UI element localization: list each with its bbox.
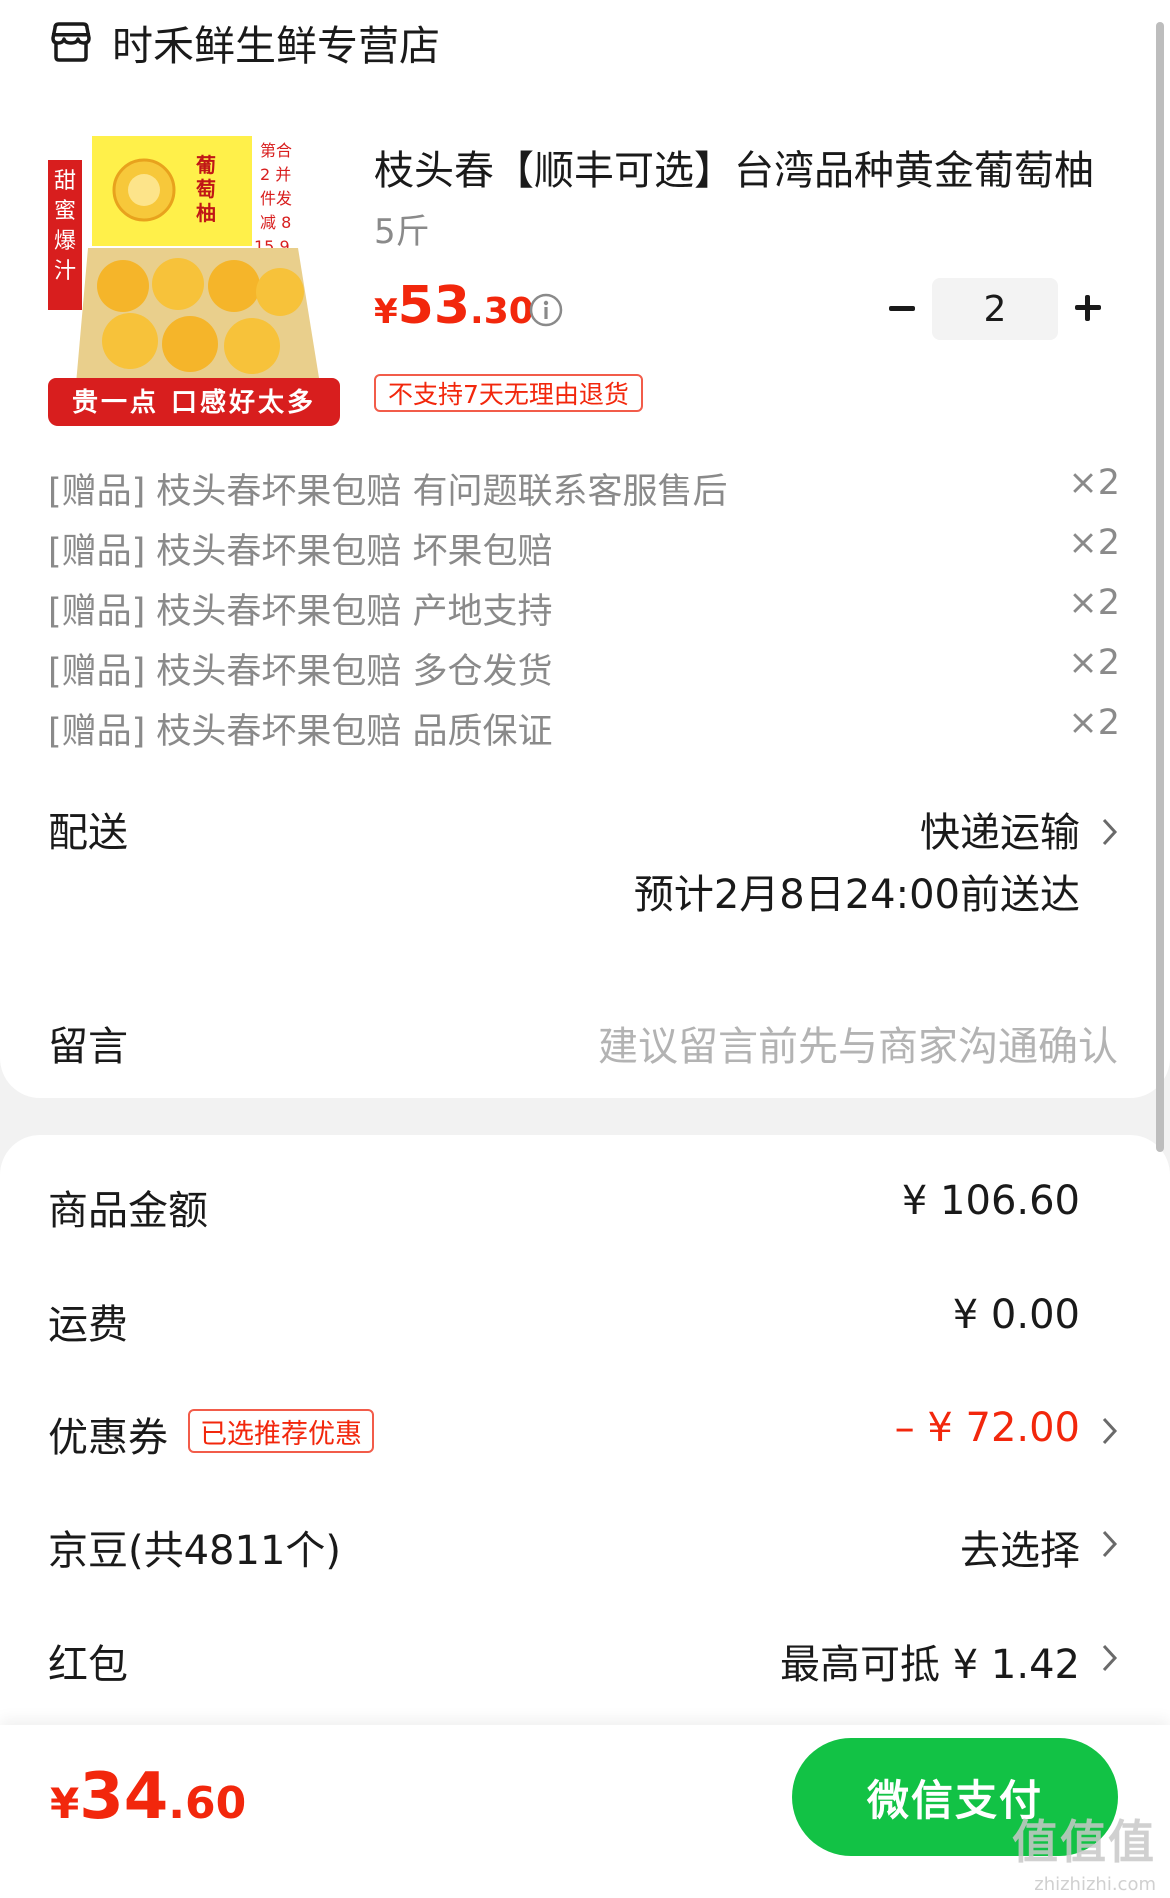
delivery-method[interactable]: 快递运输 (920, 800, 1080, 858)
jingdou-label: 京豆(共4811个) (48, 1528, 342, 1574)
chevron-right-icon[interactable] (1098, 812, 1122, 852)
coupon-label: 优惠券 (48, 1415, 168, 1461)
gift-row: [赠品] 枝头春坏果包赔 品质保证 ×2 (48, 703, 1120, 753)
gift-row: [赠品] 枝头春坏果包赔 坏果包赔 ×2 (48, 523, 1120, 573)
gift-qty: ×2 (1068, 703, 1120, 743)
gift-qty: ×2 (1068, 643, 1120, 683)
quantity-increase-button[interactable] (1066, 286, 1110, 330)
gift-qty: ×2 (1068, 523, 1120, 563)
info-icon[interactable] (528, 292, 564, 328)
product-title[interactable]: 枝头春【顺丰可选】台湾品种黄金葡萄柚 (374, 138, 1094, 198)
total-decimal: .60 (168, 1778, 247, 1829)
gift-label: [赠品] 枝头春坏果包赔 产地支持 (48, 592, 553, 632)
price-currency: ¥ (374, 292, 398, 332)
hongbao-value[interactable]: 最高可抵 ¥ 1.42 (780, 1632, 1080, 1690)
gift-label: [赠品] 枝头春坏果包赔 坏果包赔 (48, 532, 553, 572)
gift-row: [赠品] 枝头春坏果包赔 有问题联系客服售后 ×2 (48, 463, 1120, 513)
price-integer: 53 (397, 276, 471, 336)
message-label: 留言 (48, 1024, 128, 1070)
svg-text:第合: 第合 (260, 141, 292, 160)
total-price: ¥ 34 .60 (50, 1760, 246, 1834)
watermark: 值值值 zhizhizhi.com (1012, 1806, 1156, 1895)
svg-text:蜜: 蜜 (54, 199, 76, 224)
delivery-eta: 预计2月8日24:00前送达 (633, 872, 1080, 918)
store-name: 时禾鲜生鲜专营店 (112, 22, 440, 70)
svg-text:柚: 柚 (196, 201, 216, 225)
shipping-fee-label: 运费 (48, 1302, 128, 1348)
shipping-fee-value: ¥ 0.00 (952, 1292, 1080, 1338)
svg-text:爆: 爆 (54, 229, 76, 254)
coupon-recommended-tag: 已选推荐优惠 (188, 1409, 374, 1453)
chevron-right-icon[interactable] (1098, 1638, 1122, 1678)
goods-amount-label: 商品金额 (48, 1188, 208, 1234)
gift-label: [赠品] 枝头春坏果包赔 多仓发货 (48, 652, 553, 692)
svg-text:汁: 汁 (54, 259, 76, 284)
svg-text:贵一点 口感好太多: 贵一点 口感好太多 (72, 387, 316, 418)
gift-row: [赠品] 枝头春坏果包赔 产地支持 ×2 (48, 583, 1120, 633)
gift-label: [赠品] 枝头春坏果包赔 品质保证 (48, 712, 553, 752)
chevron-right-icon[interactable] (1098, 1411, 1122, 1451)
total-currency: ¥ (50, 1779, 80, 1828)
store-header[interactable]: 时禾鲜生鲜专营店 (48, 12, 440, 72)
product-image[interactable]: 葡 萄 柚 甜 蜜 爆 汁 第合 2 并 件发 减 8 15 9 元斤 贵一点 … (48, 136, 340, 426)
message-input[interactable]: 建议留言前先与商家沟通确认 (598, 1014, 1118, 1072)
gift-label: [赠品] 枝头春坏果包赔 有问题联系客服售后 (48, 472, 728, 512)
svg-text:萄: 萄 (196, 177, 216, 201)
delivery-label: 配送 (48, 810, 128, 856)
goods-amount-value: ¥ 106.60 (901, 1178, 1080, 1224)
svg-text:甜: 甜 (54, 169, 76, 194)
svg-text:2 并: 2 并 (260, 165, 291, 184)
product-spec[interactable]: 5斤 (374, 204, 430, 253)
hongbao-label: 红包 (48, 1642, 128, 1688)
svg-text:葡: 葡 (195, 153, 216, 177)
svg-text:件发: 件发 (260, 189, 292, 208)
gift-qty: ×2 (1068, 463, 1120, 503)
chevron-right-icon[interactable] (1098, 1524, 1122, 1564)
svg-text:减 8: 减 8 (260, 213, 291, 232)
gift-row: [赠品] 枝头春坏果包赔 多仓发货 ×2 (48, 643, 1120, 693)
total-integer: 34 (79, 1760, 169, 1834)
quantity-decrease-button[interactable] (880, 286, 924, 330)
watermark-sub: zhizhizhi.com (1034, 1874, 1156, 1895)
store-icon (51, 22, 91, 62)
watermark-main: 值值值 (1012, 1815, 1156, 1869)
product-price: ¥ 53 .30 (374, 276, 534, 336)
scrollbar[interactable] (1156, 22, 1164, 1152)
jingdou-select[interactable]: 去选择 (960, 1518, 1080, 1576)
gift-qty: ×2 (1068, 583, 1120, 623)
coupon-value[interactable]: – ¥ 72.00 (895, 1405, 1080, 1451)
price-decimal: .30 (470, 291, 534, 332)
minus-icon (889, 305, 915, 311)
quantity-input[interactable]: 2 (932, 278, 1058, 340)
no-return-tag: 不支持7天无理由退货 (374, 374, 643, 412)
